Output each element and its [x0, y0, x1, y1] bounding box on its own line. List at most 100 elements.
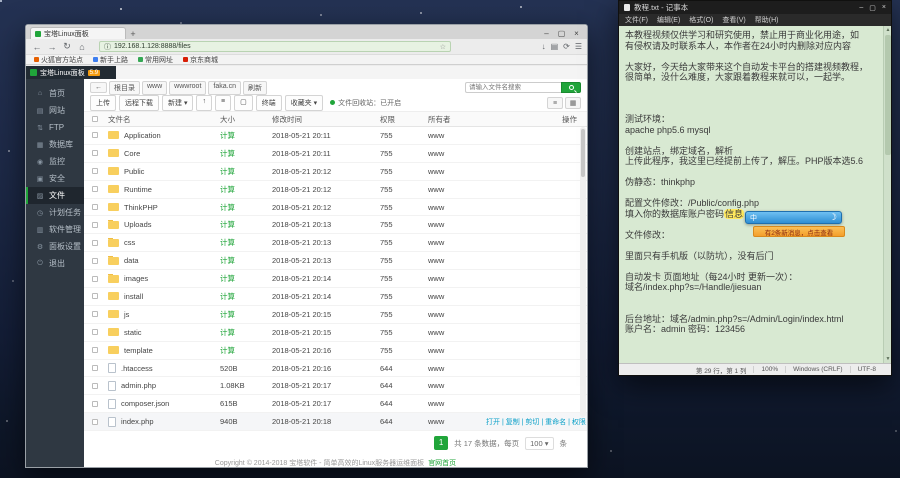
table-row[interactable]: static 计算 2018-05-21 20:15 755 www: [84, 324, 587, 342]
file-size[interactable]: 计算: [220, 219, 272, 230]
toolbar-button[interactable]: 远程下载: [119, 95, 159, 111]
row-checkbox[interactable]: [92, 383, 98, 389]
file-size[interactable]: 计算: [220, 255, 272, 266]
row-checkbox[interactable]: [92, 401, 98, 407]
toolbar-button[interactable]: ▢: [234, 95, 253, 111]
browser-close-button[interactable]: ×: [570, 28, 583, 39]
row-checkbox[interactable]: [92, 150, 98, 156]
sidebar-item[interactable]: ▥ 软件管理: [26, 221, 84, 238]
row-checkbox[interactable]: [92, 347, 98, 353]
file-size[interactable]: 计算: [220, 202, 272, 213]
sidebar-item[interactable]: ⇅ FTP: [26, 119, 84, 136]
row-checkbox[interactable]: [92, 365, 98, 371]
notepad-text-area[interactable]: 本教程视频仅供学习和研究使用，禁止用于商业化用途，如 有侵权请及时联系本人，本作…: [619, 26, 891, 363]
row-action-links[interactable]: 打开 | 复制 | 剪切 | 重命名 | 权限 | 压缩 | 删除: [486, 417, 587, 427]
table-row[interactable]: install 计算 2018-05-21 20:14 755 www: [84, 288, 587, 306]
table-row[interactable]: Core 计算 2018-05-21 20:11 755 www: [84, 145, 587, 163]
footer-site-link[interactable]: 官网首页: [428, 460, 456, 467]
row-checkbox[interactable]: [92, 240, 98, 246]
file-size[interactable]: 计算: [220, 327, 272, 338]
notepad-menu-item[interactable]: 帮助(H): [755, 15, 779, 25]
scrollbar-thumb[interactable]: [885, 35, 891, 155]
file-size[interactable]: 计算: [220, 237, 272, 248]
table-row[interactable]: js 计算 2018-05-21 20:15 755 www: [84, 306, 587, 324]
file-name[interactable]: index.php: [121, 417, 154, 426]
select-all-checkbox[interactable]: [92, 116, 98, 122]
table-row[interactable]: Public 计算 2018-05-21 20:12 755 www: [84, 163, 587, 181]
toolbar-button[interactable]: 新建 ▾: [162, 95, 193, 111]
table-row[interactable]: .htaccess 520B 2018-05-21 20:16 644 www: [84, 360, 587, 378]
file-size[interactable]: 520B: [220, 364, 272, 373]
table-row[interactable]: Uploads 计算 2018-05-21 20:13 755 www: [84, 216, 587, 234]
sidebar-item[interactable]: ◷ 计划任务: [26, 204, 84, 221]
view-toggle-button[interactable]: ≡: [547, 97, 563, 109]
file-name[interactable]: ThinkPHP: [124, 203, 158, 212]
file-size[interactable]: 615B: [220, 399, 272, 408]
file-name[interactable]: template: [124, 346, 153, 355]
navbar-extra-icon[interactable]: ⟳: [563, 42, 570, 51]
file-name[interactable]: .htaccess: [121, 364, 153, 373]
toolbar-button[interactable]: ≡: [215, 95, 231, 111]
notepad-titlebar[interactable]: 教程.txt - 记事本 – ▢ ×: [619, 1, 891, 14]
url-bar[interactable]: ⓘ 192.168.1.128:8888/files ☆: [99, 41, 451, 52]
file-name[interactable]: Runtime: [124, 185, 152, 194]
file-name[interactable]: static: [124, 328, 142, 337]
row-checkbox[interactable]: [92, 419, 98, 425]
sidebar-item[interactable]: ⌂ 首页: [26, 85, 84, 102]
site-info-icon[interactable]: ⓘ: [104, 42, 111, 52]
sidebar-item[interactable]: ▣ 安全: [26, 170, 84, 187]
file-size[interactable]: 计算: [220, 184, 272, 195]
panel-logo[interactable]: 宝塔Linux面板 5.9: [26, 66, 116, 79]
bookmark-item[interactable]: 新手上路: [93, 55, 128, 65]
file-name[interactable]: Core: [124, 149, 140, 158]
table-row[interactable]: composer.json 615B 2018-05-21 20:17 644 …: [84, 395, 587, 413]
table-row[interactable]: css 计算 2018-05-21 20:13 755 www: [84, 234, 587, 252]
file-name[interactable]: composer.json: [121, 399, 169, 408]
file-size[interactable]: 1.08KB: [220, 381, 272, 390]
notepad-scrollbar[interactable]: ▲ ▼: [883, 26, 891, 363]
file-size[interactable]: 计算: [220, 273, 272, 284]
row-checkbox[interactable]: [92, 311, 98, 317]
file-name[interactable]: Uploads: [124, 220, 152, 229]
sidebar-item[interactable]: ▨ 文件: [26, 187, 84, 204]
file-size[interactable]: 940B: [220, 417, 272, 426]
toolbar-button[interactable]: ↑: [196, 95, 212, 111]
file-size[interactable]: 计算: [220, 291, 272, 302]
notepad-maximize-button[interactable]: ▢: [869, 4, 876, 12]
path-crumb-button[interactable]: wwwroot: [169, 81, 206, 95]
row-checkbox[interactable]: [92, 204, 98, 210]
ime-mode-label[interactable]: 中: [750, 213, 757, 223]
navbar-extra-icon[interactable]: ▤: [551, 42, 559, 51]
table-row[interactable]: images 计算 2018-05-21 20:14 755 www: [84, 270, 587, 288]
row-checkbox[interactable]: [92, 329, 98, 335]
scroll-up-icon[interactable]: ▲: [884, 26, 891, 34]
file-name[interactable]: admin.php: [121, 381, 156, 390]
row-checkbox[interactable]: [92, 186, 98, 192]
forward-icon[interactable]: →: [46, 42, 58, 52]
row-checkbox[interactable]: [92, 258, 98, 264]
bookmark-star-icon[interactable]: ☆: [440, 43, 446, 51]
view-toggle-button[interactable]: ▦: [565, 97, 581, 109]
table-scrollbar[interactable]: [580, 127, 586, 417]
table-row[interactable]: Runtime 计算 2018-05-21 20:12 755 www: [84, 181, 587, 199]
row-checkbox[interactable]: [92, 132, 98, 138]
toolbar-button[interactable]: 收藏夹 ▾: [285, 95, 323, 111]
table-row[interactable]: data 计算 2018-05-21 20:13 755 www: [84, 252, 587, 270]
scroll-down-icon[interactable]: ▼: [884, 355, 891, 363]
ime-status-bar[interactable]: 中 ☽: [745, 211, 842, 224]
table-row[interactable]: Application 计算 2018-05-21 20:11 755 www: [84, 127, 587, 145]
table-row[interactable]: ThinkPHP 计算 2018-05-21 20:12 755 www: [84, 199, 587, 217]
file-search-input[interactable]: [465, 82, 561, 93]
table-row[interactable]: index.php 940B 2018-05-21 20:18 644 www …: [84, 413, 587, 431]
notepad-menu-item[interactable]: 格式(O): [689, 15, 713, 25]
browser-minimize-button[interactable]: –: [540, 28, 553, 39]
row-checkbox[interactable]: [92, 168, 98, 174]
table-row[interactable]: admin.php 1.08KB 2018-05-21 20:17 644 ww…: [84, 377, 587, 395]
sidebar-item[interactable]: ⚙ 面板设置: [26, 238, 84, 255]
navbar-extra-icon[interactable]: ↓: [542, 42, 546, 51]
file-size[interactable]: 计算: [220, 345, 272, 356]
sidebar-item[interactable]: ◉ 监控: [26, 153, 84, 170]
notepad-close-button[interactable]: ×: [882, 4, 886, 12]
navbar-extra-icon[interactable]: ☰: [575, 42, 582, 51]
search-button[interactable]: [561, 82, 581, 93]
